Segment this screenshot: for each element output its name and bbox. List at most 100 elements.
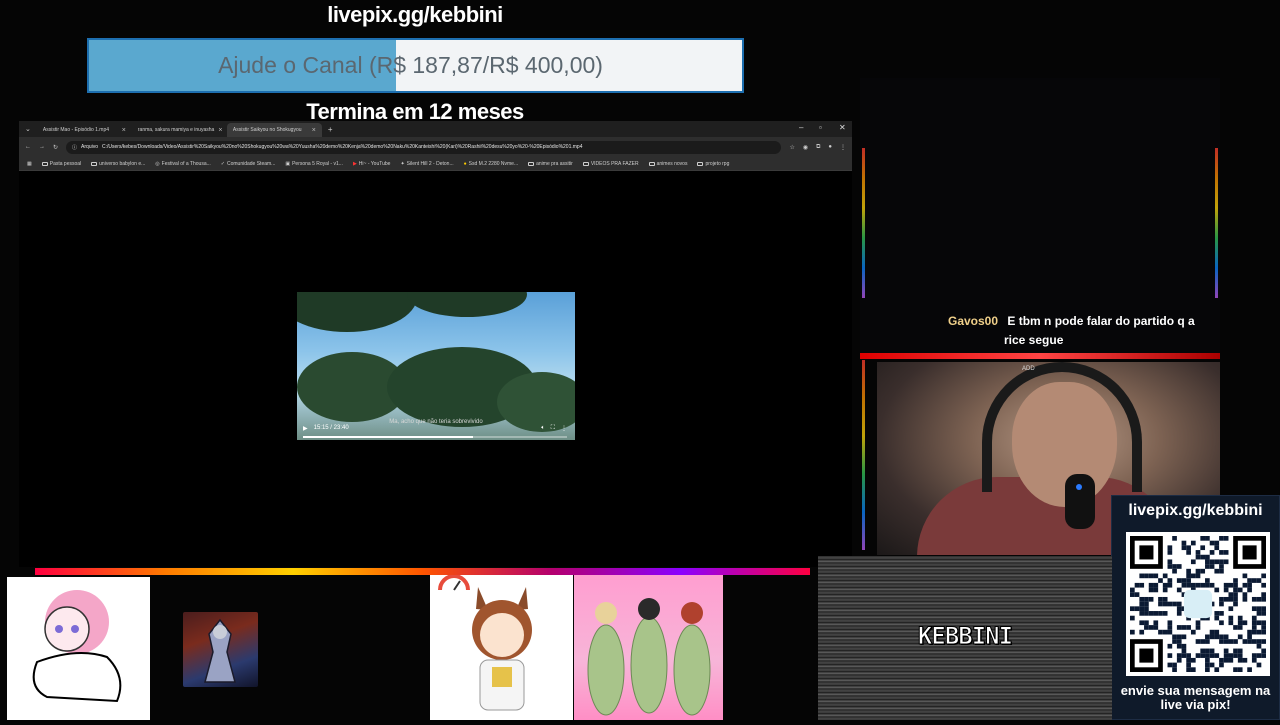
qr-module bbox=[1237, 615, 1243, 621]
forward-icon[interactable]: → bbox=[39, 144, 45, 150]
close-icon[interactable]: × bbox=[218, 127, 222, 134]
menu-icon[interactable]: ⋮ bbox=[840, 144, 846, 151]
tab-search-icon[interactable]: ⌄ bbox=[19, 125, 37, 133]
qr-module bbox=[1209, 550, 1215, 555]
qr-module bbox=[1167, 559, 1173, 565]
more-options-icon[interactable]: ⋮ bbox=[561, 425, 567, 432]
apps-icon[interactable]: ▦ bbox=[27, 161, 32, 167]
armored-knight-sticker bbox=[183, 612, 258, 687]
close-icon[interactable]: × bbox=[312, 127, 316, 134]
qr-module bbox=[1256, 606, 1262, 612]
qr-module bbox=[1223, 582, 1229, 588]
qr-module bbox=[1162, 573, 1168, 579]
bookmark-item[interactable]: ✦ Silent Hill 2 - Deton... bbox=[400, 161, 453, 167]
qr-module bbox=[1139, 601, 1145, 607]
bookmark-item[interactable]: ▶ Hi~ - YouTube bbox=[353, 161, 391, 167]
bookmark-item[interactable]: universo babylon e... bbox=[91, 161, 145, 167]
qr-module bbox=[1172, 634, 1177, 640]
qr-module bbox=[1251, 615, 1257, 621]
qr-module bbox=[1190, 573, 1196, 579]
bookmark-item[interactable]: ● Ssd M.2 2280 Nvme... bbox=[464, 161, 519, 167]
volume-icon[interactable]: 🔈︎ bbox=[541, 425, 545, 432]
qr-module bbox=[1190, 629, 1196, 635]
qr-module bbox=[1233, 625, 1238, 630]
video-progress-bar[interactable] bbox=[303, 436, 567, 438]
back-icon[interactable]: ← bbox=[25, 144, 31, 150]
qr-module bbox=[1214, 559, 1220, 565]
qr-module bbox=[1153, 620, 1159, 626]
qr-module bbox=[1186, 573, 1191, 579]
video-player[interactable]: Ma, acho que não teria sobrevivido ▶ 15:… bbox=[297, 292, 575, 440]
youtube-icon: ▶ bbox=[352, 160, 357, 167]
puzzle-icon[interactable]: ⧉ bbox=[816, 144, 820, 151]
bookmark-item[interactable]: ◎ Festival of a Thousa... bbox=[155, 161, 210, 167]
bookmark-item[interactable]: VIDEOS PRA FAZER bbox=[582, 161, 639, 167]
qr-module bbox=[1176, 606, 1182, 612]
qr-module bbox=[1186, 667, 1191, 672]
bookmark-item[interactable]: animes novos bbox=[648, 161, 687, 167]
extension-icon[interactable]: ◉ bbox=[803, 144, 808, 151]
qr-module bbox=[1261, 653, 1266, 658]
tab-ranma[interactable]: ranma, sakura mamiya e inuyasha × bbox=[131, 123, 227, 137]
qr-module bbox=[1209, 634, 1215, 640]
qr-module bbox=[1242, 620, 1248, 626]
qr-module bbox=[1209, 648, 1215, 654]
qr-module bbox=[1139, 620, 1145, 626]
qr-module bbox=[1219, 657, 1224, 663]
qr-module bbox=[1214, 611, 1220, 616]
tab-episode[interactable]: Assistir Mao - Episódio 1.mp4 × bbox=[36, 123, 132, 137]
minimize-icon[interactable]: – bbox=[799, 123, 803, 132]
pix-qr-panel: livepix.gg/kebbini envie sua mensagem na… bbox=[1111, 495, 1280, 720]
new-tab-button[interactable]: + bbox=[322, 125, 339, 134]
qr-module bbox=[1261, 611, 1266, 616]
info-icon[interactable]: ⓘ bbox=[72, 144, 77, 151]
qr-module bbox=[1176, 578, 1182, 583]
close-window-icon[interactable]: ✕ bbox=[839, 123, 846, 132]
qr-module bbox=[1261, 592, 1266, 597]
maximize-icon[interactable]: ▫ bbox=[819, 123, 822, 132]
qr-module bbox=[1186, 578, 1191, 583]
webcam-label: ADD bbox=[1022, 366, 1035, 372]
qr-module bbox=[1233, 578, 1238, 583]
qr-module bbox=[1219, 550, 1224, 555]
qr-module bbox=[1261, 648, 1266, 654]
qr-module bbox=[1247, 629, 1252, 635]
profile-icon[interactable]: ● bbox=[828, 144, 832, 150]
headset bbox=[982, 362, 1142, 492]
qr-finder-pattern bbox=[1139, 648, 1154, 663]
qr-module bbox=[1233, 601, 1238, 607]
qr-module bbox=[1237, 648, 1243, 654]
qr-module bbox=[1251, 578, 1257, 583]
bookmark-item[interactable]: projeto rpg bbox=[697, 161, 729, 167]
bookmark-item[interactable]: Pasta pessoal bbox=[41, 161, 81, 167]
neon-border-right bbox=[1215, 148, 1218, 298]
qr-code[interactable] bbox=[1126, 532, 1270, 676]
qr-module bbox=[1223, 550, 1229, 555]
address-bar[interactable]: ⓘ Arquivo C:/Users/kebes/Downloads/Video… bbox=[66, 140, 782, 154]
qr-module bbox=[1167, 653, 1173, 658]
fullscreen-icon[interactable]: ⛶ bbox=[551, 425, 555, 432]
qr-module bbox=[1256, 578, 1262, 583]
qr-module bbox=[1228, 657, 1234, 663]
qr-module bbox=[1205, 554, 1210, 560]
qr-module bbox=[1209, 629, 1215, 635]
chat-text-continued: rice segue bbox=[1004, 333, 1064, 347]
play-icon[interactable]: ▶ bbox=[303, 425, 308, 432]
qr-module bbox=[1200, 568, 1206, 574]
bookmark-item[interactable]: anime pra assitir bbox=[528, 161, 573, 167]
tab-saikyou[interactable]: Assistir Saikyou no Shokugyou × bbox=[226, 123, 322, 137]
qr-module bbox=[1209, 564, 1215, 569]
tab-label: ranma, sakura mamiya e inuyasha bbox=[137, 127, 215, 133]
qr-module bbox=[1186, 625, 1191, 630]
bookmarks-bar: ▦ Pasta pessoal universo babylon e... ◎ F… bbox=[19, 157, 852, 171]
qr-module bbox=[1148, 596, 1154, 602]
qr-module bbox=[1261, 639, 1266, 644]
bookmark-star-icon[interactable]: ☆ bbox=[789, 144, 794, 151]
bookmark-item[interactable]: ▣ Persona 5 Royal - v1... bbox=[285, 161, 343, 167]
bookmark-item[interactable]: ✓ Comunidade Steam... bbox=[221, 161, 276, 167]
neon-border-left bbox=[862, 148, 865, 298]
qr-module bbox=[1228, 596, 1234, 602]
reload-icon[interactable]: ↻ bbox=[53, 144, 58, 151]
horse-girl-character-sticker bbox=[430, 574, 573, 720]
close-icon[interactable]: × bbox=[122, 127, 126, 134]
